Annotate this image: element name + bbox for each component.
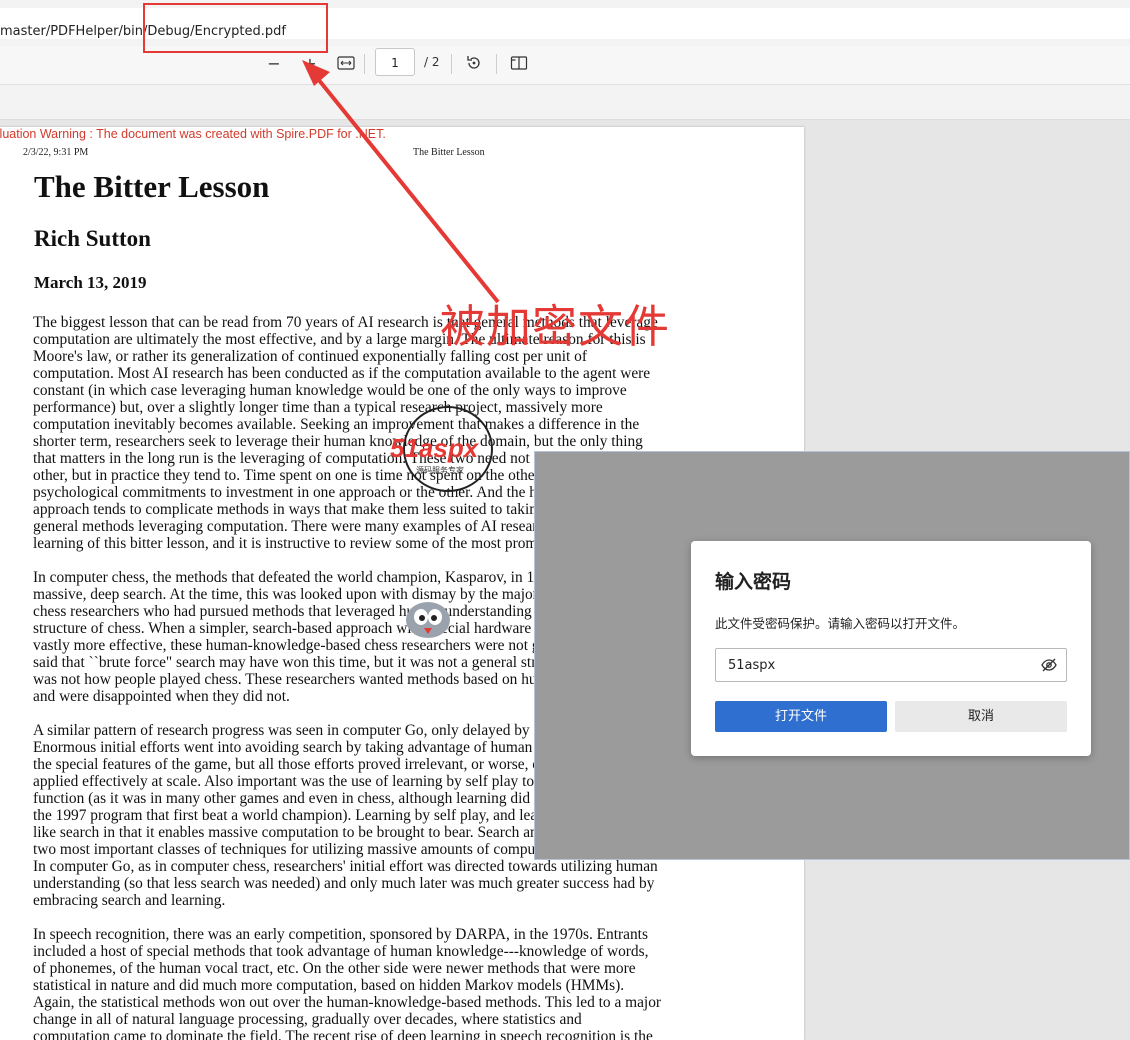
document-author: Rich Sutton	[34, 226, 151, 251]
text-line: computation. Most AI research has been c…	[33, 365, 651, 382]
zoom-in-icon: +	[303, 53, 317, 73]
cancel-button[interactable]: 取消	[895, 701, 1067, 732]
rotate-icon	[467, 56, 480, 69]
toolbar-divider	[496, 54, 497, 74]
text-line: Again, the statistical methods won out o…	[33, 994, 662, 1011]
watermark-text: 51aspx	[390, 433, 480, 463]
mascot-icon	[406, 602, 450, 638]
zoom-in-button[interactable]: +	[297, 50, 323, 76]
dialog-title: 输入密码	[715, 571, 792, 593]
page-view-button[interactable]	[506, 50, 532, 76]
paragraph: In speech recognition, there was an earl…	[33, 926, 773, 1040]
page-view-icon	[510, 56, 528, 70]
rotate-button[interactable]	[461, 50, 487, 76]
zoom-out-button[interactable]: −	[261, 50, 287, 76]
page-number-input[interactable]: 1	[375, 48, 415, 76]
toolbar-divider	[364, 54, 365, 74]
dialog-message: 此文件受密码保护。请输入密码以打开文件。	[715, 616, 966, 631]
document-title: The Bitter Lesson	[34, 169, 270, 204]
text-line: statistical in nature and did much more …	[33, 977, 625, 994]
page-header-date: 2/3/22, 9:31 PM	[23, 147, 89, 158]
watermark-subtext: 源码服务专家	[416, 465, 464, 475]
text-line: In speech recognition, there was an earl…	[33, 926, 648, 943]
text-line: understanding (so that less search was n…	[33, 875, 655, 892]
annotation-highlight-box	[143, 3, 328, 53]
open-file-button[interactable]: 打开文件	[715, 701, 887, 732]
text-line: embracing search and learning.	[33, 892, 226, 909]
document-date: March 13, 2019	[34, 273, 147, 292]
toolbar-divider	[451, 54, 452, 74]
page-header-title: The Bitter Lesson	[413, 147, 485, 158]
password-dialog: 输入密码 此文件受密码保护。请输入密码以打开文件。 51aspx 打开文件 取消	[691, 541, 1091, 756]
evaluation-warning: Evaluation Warning : The document was cr…	[0, 127, 386, 141]
page-total: / 2	[424, 55, 440, 69]
text-line: In computer Go, as in computer chess, re…	[33, 858, 658, 875]
text-line: of phonemes, of the human vocal tract, e…	[33, 960, 636, 977]
watermark-logo: 51aspx 源码服务专家	[390, 406, 493, 492]
password-input[interactable]: 51aspx	[715, 648, 1067, 682]
text-line: computation came to dominate the field. …	[33, 1028, 653, 1040]
hide-password-icon[interactable]	[1040, 656, 1058, 674]
secondary-toolbar	[0, 85, 1130, 120]
zoom-out-icon: −	[267, 53, 281, 73]
fit-width-icon	[337, 56, 355, 70]
fit-width-button[interactable]	[333, 50, 359, 76]
text-line: included a host of special methods that …	[33, 943, 649, 960]
text-line: change in all of natural language proces…	[33, 1011, 582, 1028]
text-line: constant (in which case leveraging human…	[33, 382, 627, 399]
annotation-label: 被加密文件	[440, 300, 671, 353]
